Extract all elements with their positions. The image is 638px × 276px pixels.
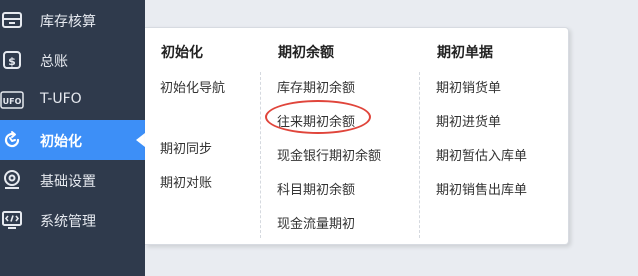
menu-item-receivables-opening-balance[interactable]: 往来期初余额 [277, 111, 355, 130]
menu-item-account-opening-balance[interactable]: 科目期初余额 [277, 179, 355, 198]
menu-item-cash-flow-opening[interactable]: 现金流量期初 [277, 213, 355, 232]
initialize-icon [0, 128, 24, 152]
menu-item-opening-provisional-receipt[interactable]: 期初暂估入库单 [436, 145, 527, 164]
svg-text:$: $ [8, 55, 16, 68]
menu-item-opening-purchase-order[interactable]: 期初进货单 [436, 111, 501, 130]
submenu-panel: 初始化 初始化导航 期初同步 期初对账 期初余额 库存期初余额 往来期初余额 现… [145, 27, 569, 245]
sidebar-item-basic-settings[interactable]: 基础设置 [0, 160, 145, 200]
sidebar-item-label: 总账 [40, 54, 68, 70]
sidebar-item-system-management[interactable]: 系统管理 [0, 200, 145, 240]
column-title-opening-documents: 期初单据 [437, 45, 493, 61]
ufo-report-icon: UFO [0, 88, 24, 112]
menu-item-init-navigation[interactable]: 初始化导航 [160, 77, 225, 96]
sidebar: 库存核算 $ 总账 UFO T-UFO 初始化 基础设置 系统管理 [0, 0, 145, 276]
active-indicator-arrow [136, 133, 145, 147]
svg-text:UFO: UFO [3, 97, 22, 106]
sidebar-item-stock-accounting[interactable]: 库存核算 [0, 0, 145, 40]
column-divider [419, 72, 420, 238]
column-divider [260, 72, 261, 238]
sidebar-item-label: 基础设置 [40, 174, 96, 190]
sidebar-item-label: 初始化 [40, 134, 82, 150]
basic-settings-icon [0, 168, 24, 192]
system-management-icon [0, 208, 24, 232]
sidebar-item-label: 库存核算 [40, 14, 96, 30]
sidebar-item-t-ufo[interactable]: UFO T-UFO [0, 80, 145, 120]
menu-item-cash-bank-opening-balance[interactable]: 现金银行期初余额 [277, 145, 381, 164]
menu-item-inventory-opening-balance[interactable]: 库存期初余额 [277, 77, 355, 96]
menu-item-opening-sales-order[interactable]: 期初销货单 [436, 77, 501, 96]
menu-item-opening-sales-delivery[interactable]: 期初销售出库单 [436, 179, 527, 198]
sidebar-item-initialize[interactable]: 初始化 [0, 120, 145, 160]
menu-item-opening-sync[interactable]: 期初同步 [160, 138, 212, 157]
stock-accounting-icon [0, 8, 24, 32]
ledger-icon: $ [0, 48, 24, 72]
menu-item-opening-reconciliation[interactable]: 期初对账 [160, 172, 212, 191]
sidebar-item-ledger[interactable]: $ 总账 [0, 40, 145, 80]
column-title-initialize: 初始化 [161, 45, 203, 61]
sidebar-item-label: 系统管理 [40, 214, 96, 230]
column-title-opening-balance: 期初余额 [278, 45, 334, 61]
sidebar-item-label: T-UFO [40, 91, 82, 107]
